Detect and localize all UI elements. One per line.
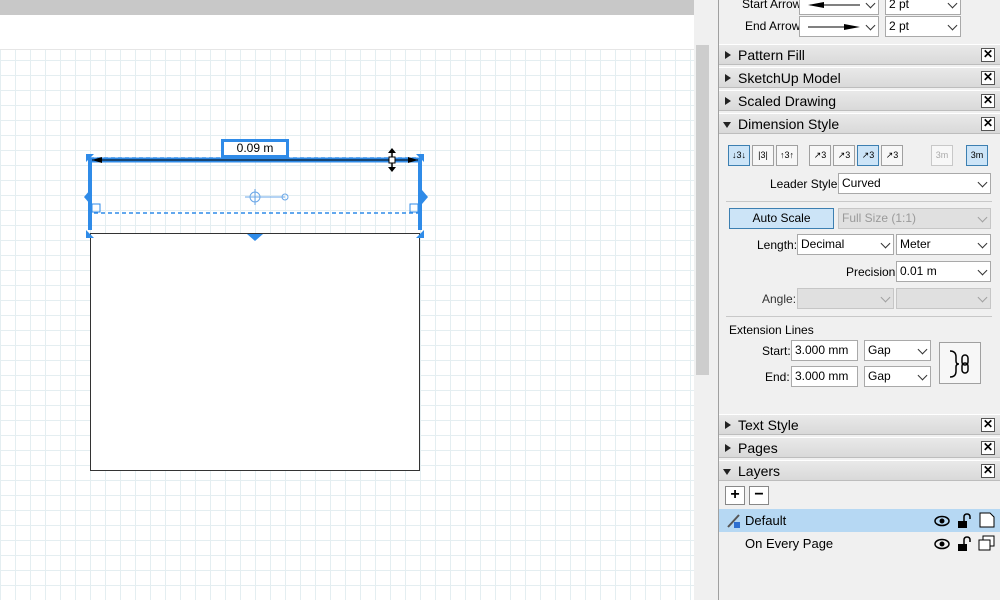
leader-style-select[interactable]: Curved (838, 173, 991, 194)
multi-page-icon[interactable] (978, 535, 996, 551)
chain-link-icon (949, 350, 969, 378)
handle-inner-left (91, 203, 101, 213)
remove-layer-button[interactable]: − (749, 486, 769, 505)
unlock-icon[interactable] (957, 513, 971, 529)
panel-header-pattern-fill[interactable]: Pattern Fill ✕ (719, 44, 1000, 65)
dimension-option-button[interactable]: 3m (966, 145, 988, 166)
panel-header-scaled-drawing[interactable]: Scaled Drawing ✕ (719, 90, 1000, 111)
unlock-icon[interactable] (957, 536, 971, 552)
collapse-arrow-icon (725, 51, 731, 59)
length-unit-select[interactable]: Meter (896, 234, 991, 255)
collapse-arrow-icon (725, 421, 731, 429)
align-below-button[interactable]: ↑3↑ (776, 145, 798, 166)
angle-format-select[interactable] (797, 288, 894, 309)
close-icon[interactable]: ✕ (981, 71, 995, 85)
extension-lines-label: Extension Lines (729, 323, 814, 337)
close-icon[interactable]: ✕ (981, 94, 995, 108)
precision-label: Precision: (846, 265, 899, 279)
panel-splitter[interactable] (711, 0, 719, 600)
visibility-eye-icon[interactable] (934, 515, 950, 527)
handle-bottom-right (416, 230, 424, 238)
collapse-arrow-icon (725, 74, 731, 82)
close-icon[interactable]: ✕ (981, 441, 995, 455)
visibility-eye-icon[interactable] (934, 538, 950, 550)
align-center-button[interactable]: |3| (752, 145, 774, 166)
panel-header-sketchup-model[interactable]: SketchUp Model ✕ (719, 67, 1000, 88)
ext-start-input[interactable]: 3.000 mm (791, 340, 858, 361)
handle-right (422, 190, 428, 204)
ext-start-mode-select[interactable]: Gap (864, 340, 931, 361)
expand-arrow-icon (723, 122, 731, 128)
angle-unit-select[interactable] (896, 288, 991, 309)
cursor-arrow-down (388, 167, 396, 172)
length-label: Length: (757, 238, 798, 252)
close-icon[interactable]: ✕ (981, 117, 995, 131)
ext-end-label: End: (765, 370, 790, 384)
length-format-select[interactable]: Decimal (797, 234, 894, 255)
scale-select[interactable]: Full Size (1:1) (838, 208, 991, 229)
panel-header-text-style[interactable]: Text Style ✕ (719, 414, 1000, 435)
handle-left (84, 190, 90, 204)
layer-row-default[interactable]: Default (719, 509, 1000, 532)
start-arrow-label: Start Arrow: (742, 0, 805, 11)
add-layer-button[interactable]: + (725, 486, 745, 505)
cursor-handle (388, 156, 396, 164)
align-above-button[interactable]: ↓3↓ (728, 145, 750, 166)
close-icon[interactable]: ✕ (981, 464, 995, 478)
panel-header-pages[interactable]: Pages ✕ (719, 437, 1000, 458)
ext-end-input[interactable]: 3.000 mm (791, 366, 858, 387)
layer-row-on-every-page[interactable]: On Every Page (719, 532, 1000, 555)
page-icon[interactable] (979, 512, 995, 528)
scrollbar-thumb[interactable] (696, 45, 709, 375)
dimension-label[interactable]: 0.09 m (221, 139, 289, 158)
close-icon[interactable]: ✕ (981, 418, 995, 432)
precision-select[interactable]: 0.01 m (896, 261, 991, 282)
collapse-arrow-icon (725, 444, 731, 452)
expand-arrow-icon (723, 469, 731, 475)
dimension-option-disabled-button[interactable]: 3m (931, 145, 953, 166)
close-icon[interactable]: ✕ (981, 48, 995, 62)
divider (726, 201, 992, 202)
ext-end-mode-select[interactable]: Gap (864, 366, 931, 387)
cursor-arrow-up (388, 148, 396, 153)
end-arrow-icon (808, 24, 860, 30)
angle-label: Angle: (762, 292, 797, 306)
panel-header-layers[interactable]: Layers ✕ (719, 460, 1000, 481)
end-arrow-label: End Arrow: (745, 19, 804, 33)
pencil-icon (727, 514, 740, 528)
dimension-graphic[interactable] (0, 0, 694, 600)
end-arrow-select[interactable] (799, 16, 879, 37)
auto-scale-button[interactable]: Auto Scale (729, 208, 834, 229)
divider (726, 316, 992, 317)
ext-start-label: Start: (762, 344, 791, 358)
rotation-option-4-button[interactable]: ↗3 (881, 145, 903, 166)
rotation-option-2-button[interactable]: ↗3 (833, 145, 855, 166)
leader-style-label: Leader Style: (770, 177, 841, 191)
rotation-option-1-button[interactable]: ↗3 (809, 145, 831, 166)
end-size-select[interactable]: 2 pt (885, 16, 961, 37)
handle-inner-right (409, 203, 419, 213)
handle-bottom (247, 234, 263, 241)
handle-bottom-left (86, 230, 94, 238)
start-arrow-icon (808, 2, 860, 8)
collapse-arrow-icon (725, 97, 731, 105)
panel-header-dimension-style[interactable]: Dimension Style ✕ (719, 113, 1000, 134)
link-extension-button[interactable] (939, 342, 981, 384)
start-arrow-select[interactable] (799, 0, 879, 15)
vertical-scrollbar[interactable] (694, 0, 711, 600)
rotation-option-3-button[interactable]: ↗3 (857, 145, 879, 166)
start-size-select[interactable]: 2 pt (885, 0, 961, 15)
